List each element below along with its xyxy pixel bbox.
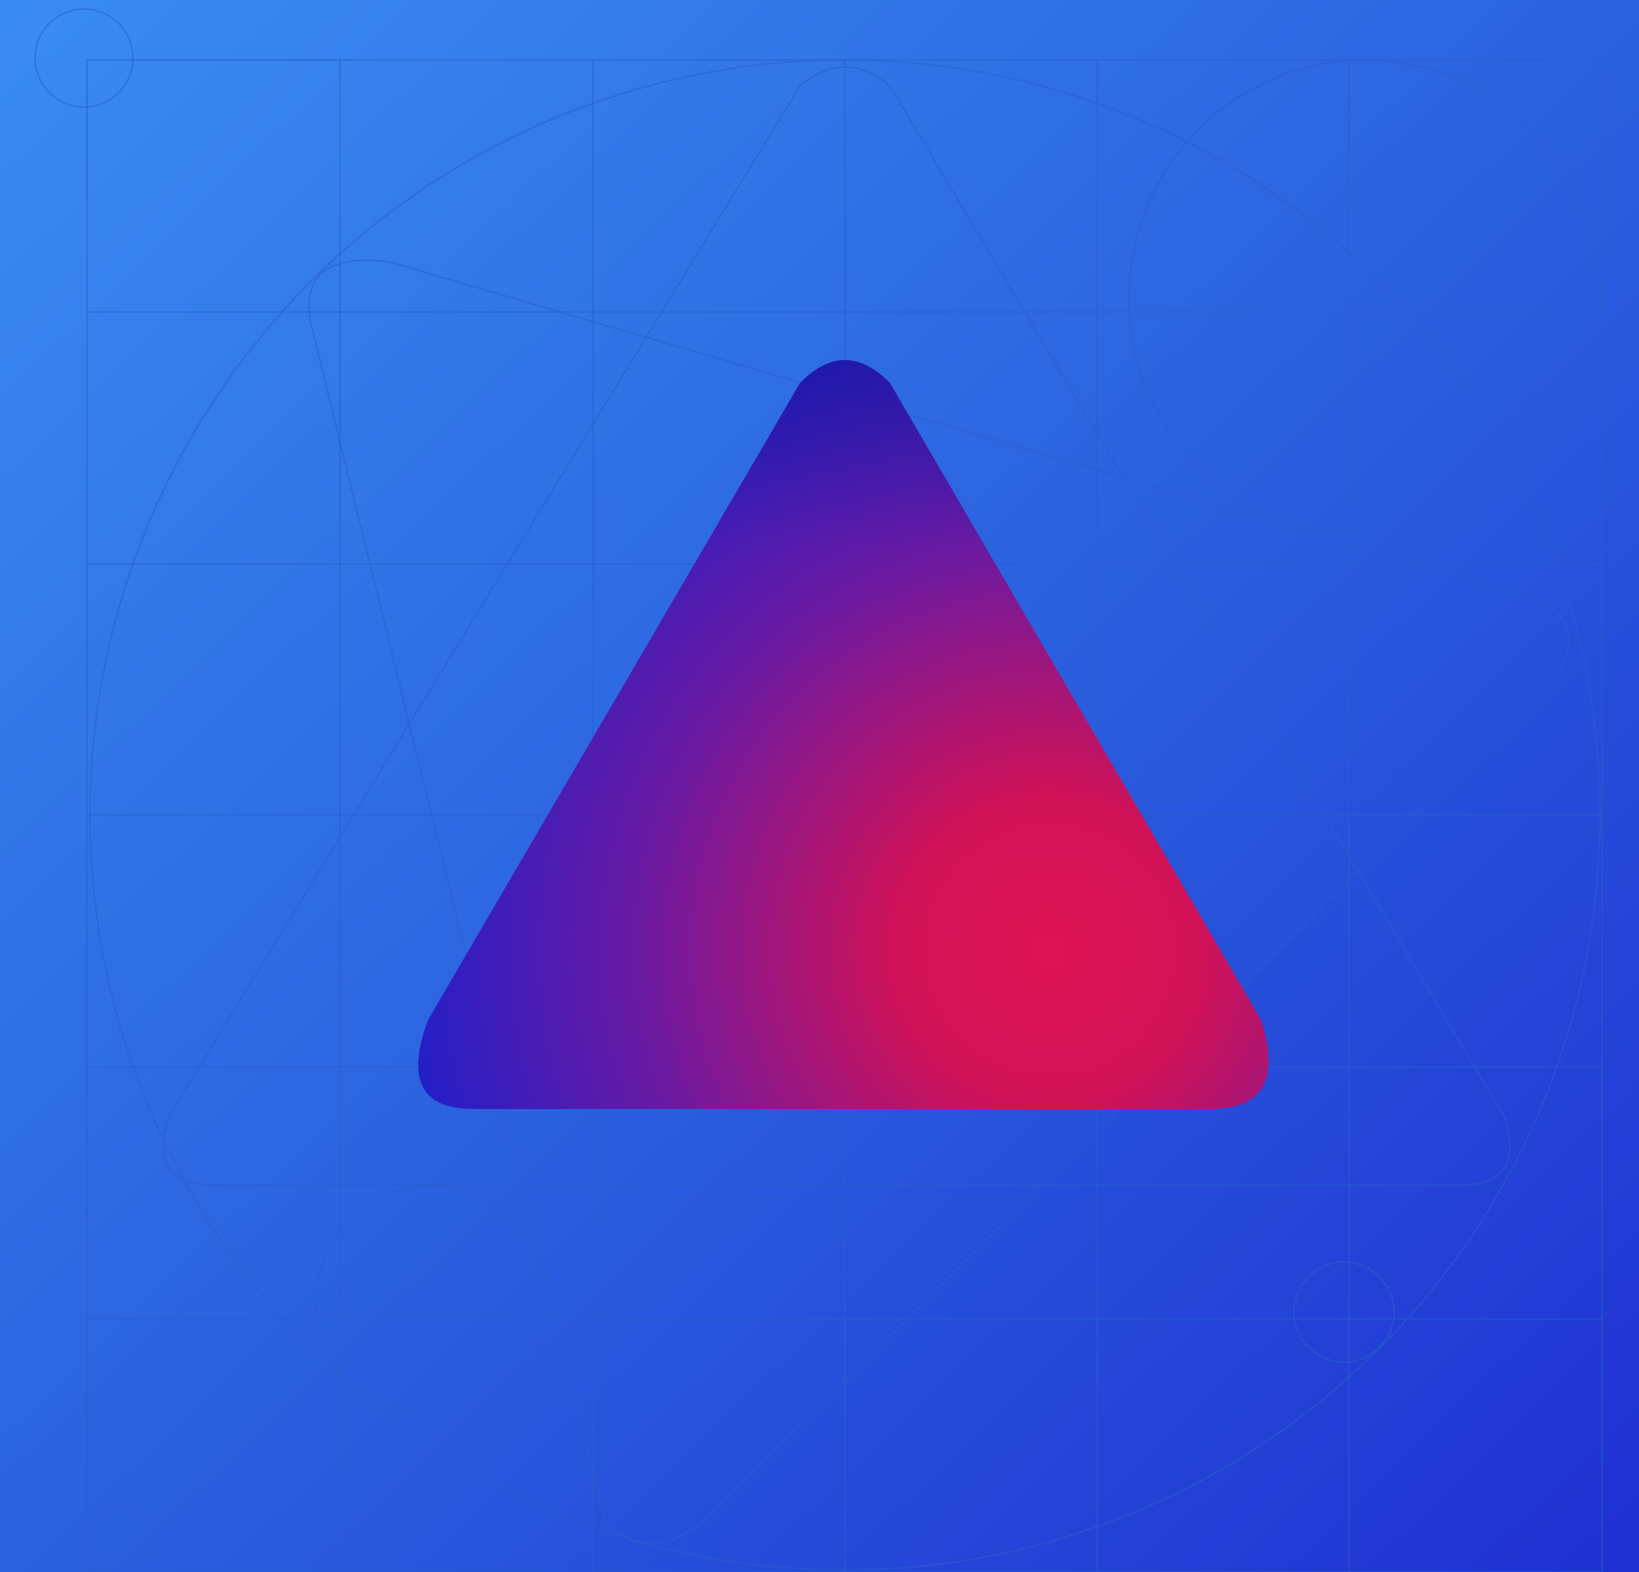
icon-canvas xyxy=(0,0,1639,1572)
icon-artboard xyxy=(0,0,1639,1572)
